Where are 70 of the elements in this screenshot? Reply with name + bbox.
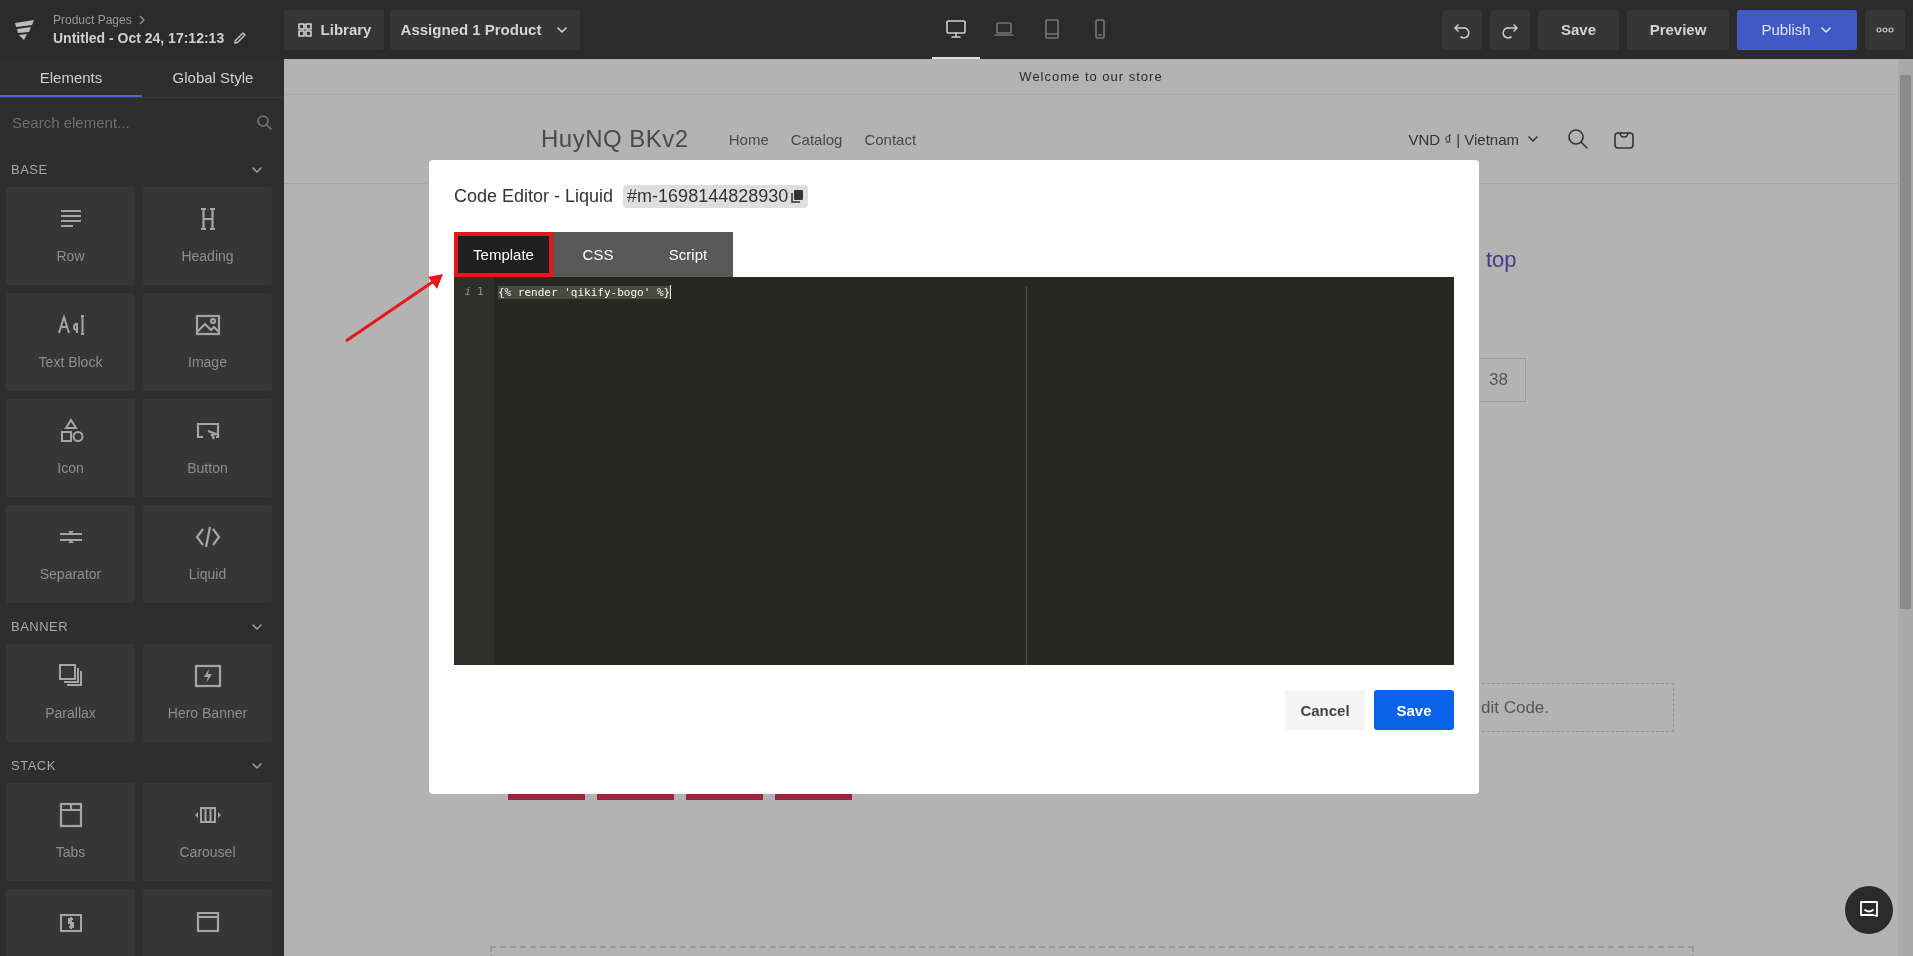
- element-label: Icon: [57, 460, 84, 476]
- breadcrumb-link[interactable]: Product Pages: [53, 13, 132, 27]
- section-title: STACK: [11, 758, 56, 773]
- line-number: 1: [477, 285, 484, 298]
- search-icon[interactable]: [1567, 128, 1589, 150]
- element-card[interactable]: Liquid: [143, 505, 272, 603]
- logo-icon: [12, 17, 36, 42]
- element-card[interactable]: Row: [6, 187, 135, 285]
- element-card[interactable]: Carousel: [143, 783, 272, 881]
- search-icon: [256, 114, 272, 130]
- nav-link[interactable]: Home: [728, 130, 769, 148]
- undo-button[interactable]: [1442, 9, 1482, 50]
- scrollbar-thumb[interactable]: [1900, 75, 1911, 609]
- element-label: Button: [187, 460, 228, 476]
- element-label: Hero Banner: [167, 705, 248, 721]
- element-card[interactable]: Parallax: [6, 644, 135, 742]
- element-label: Heading: [181, 248, 234, 264]
- copy-icon[interactable]: [790, 189, 805, 203]
- currency-selector[interactable]: VND ₫ | Vietnam: [1402, 129, 1545, 149]
- element-card[interactable]: Button: [143, 399, 272, 497]
- element-card[interactable]: Heading: [143, 187, 272, 285]
- redo-button[interactable]: [1490, 9, 1530, 50]
- section-title: BASE: [11, 162, 48, 177]
- lightning-frame-icon: [193, 662, 222, 690]
- chevron-down-icon: [1527, 133, 1539, 145]
- more-icon: [1875, 26, 1895, 33]
- editor-tab[interactable]: Script: [643, 232, 733, 277]
- element-label: Parallax: [45, 705, 96, 721]
- element-label: Liquid: [188, 566, 227, 582]
- element-label: Separator: [39, 566, 102, 582]
- page-title: Untitled - Oct 24, 17:12:13: [53, 30, 225, 46]
- section-title: BANNER: [11, 619, 69, 634]
- info-marker: i: [464, 285, 471, 298]
- product-title: top: [1486, 246, 1517, 274]
- sidebar-tab[interactable]: Elements: [0, 59, 142, 97]
- element-card[interactable]: Separator: [6, 505, 135, 603]
- scrollbar[interactable]: [1898, 59, 1913, 956]
- element-label: Row: [56, 248, 85, 264]
- pencil-icon[interactable]: [232, 30, 249, 46]
- element-id: #m-1698144828930: [627, 185, 789, 207]
- announcement-text: Welcome to our store: [1019, 69, 1163, 84]
- nav-link[interactable]: Contact: [864, 130, 917, 148]
- library-button[interactable]: Library: [284, 9, 384, 50]
- chat-button[interactable]: [1845, 886, 1893, 934]
- assigned-product-dropdown[interactable]: Assigned 1 Product: [390, 9, 580, 50]
- element-card[interactable]: Image: [143, 293, 272, 391]
- element-label: Tabs: [55, 844, 86, 860]
- save-button[interactable]: Save: [1538, 9, 1619, 50]
- store-name[interactable]: HuyNQ BKv2: [541, 125, 689, 153]
- editor-tab[interactable]: Template: [454, 232, 553, 277]
- code-editor[interactable]: i 1 {% render 'qikify-bogo' %}: [454, 277, 1454, 665]
- nav-link[interactable]: Catalog: [790, 130, 843, 148]
- element-card[interactable]: Icon: [6, 399, 135, 497]
- search-field[interactable]: Search element...: [10, 112, 256, 132]
- publish-button[interactable]: Publish: [1737, 9, 1857, 50]
- element-card[interactable]: Hero Banner: [143, 644, 272, 742]
- element-label: Text Block: [38, 354, 103, 370]
- text-cursor: [670, 285, 672, 299]
- element-card[interactable]: Text Block: [6, 293, 135, 391]
- element-label: Carousel: [179, 844, 236, 860]
- preview-button[interactable]: Preview: [1627, 9, 1729, 50]
- cancel-button[interactable]: Cancel: [1285, 690, 1365, 730]
- dialog-title: Code Editor - Liquid: [454, 185, 614, 207]
- more-button[interactable]: [1865, 9, 1905, 50]
- element-card[interactable]: Tabs: [6, 783, 135, 881]
- element-label: Image: [188, 354, 227, 370]
- sidebar-tab[interactable]: Global Style: [142, 59, 284, 97]
- save-button[interactable]: Save: [1374, 690, 1454, 730]
- editor-tab[interactable]: CSS: [553, 232, 643, 277]
- grid-icon: [296, 21, 313, 38]
